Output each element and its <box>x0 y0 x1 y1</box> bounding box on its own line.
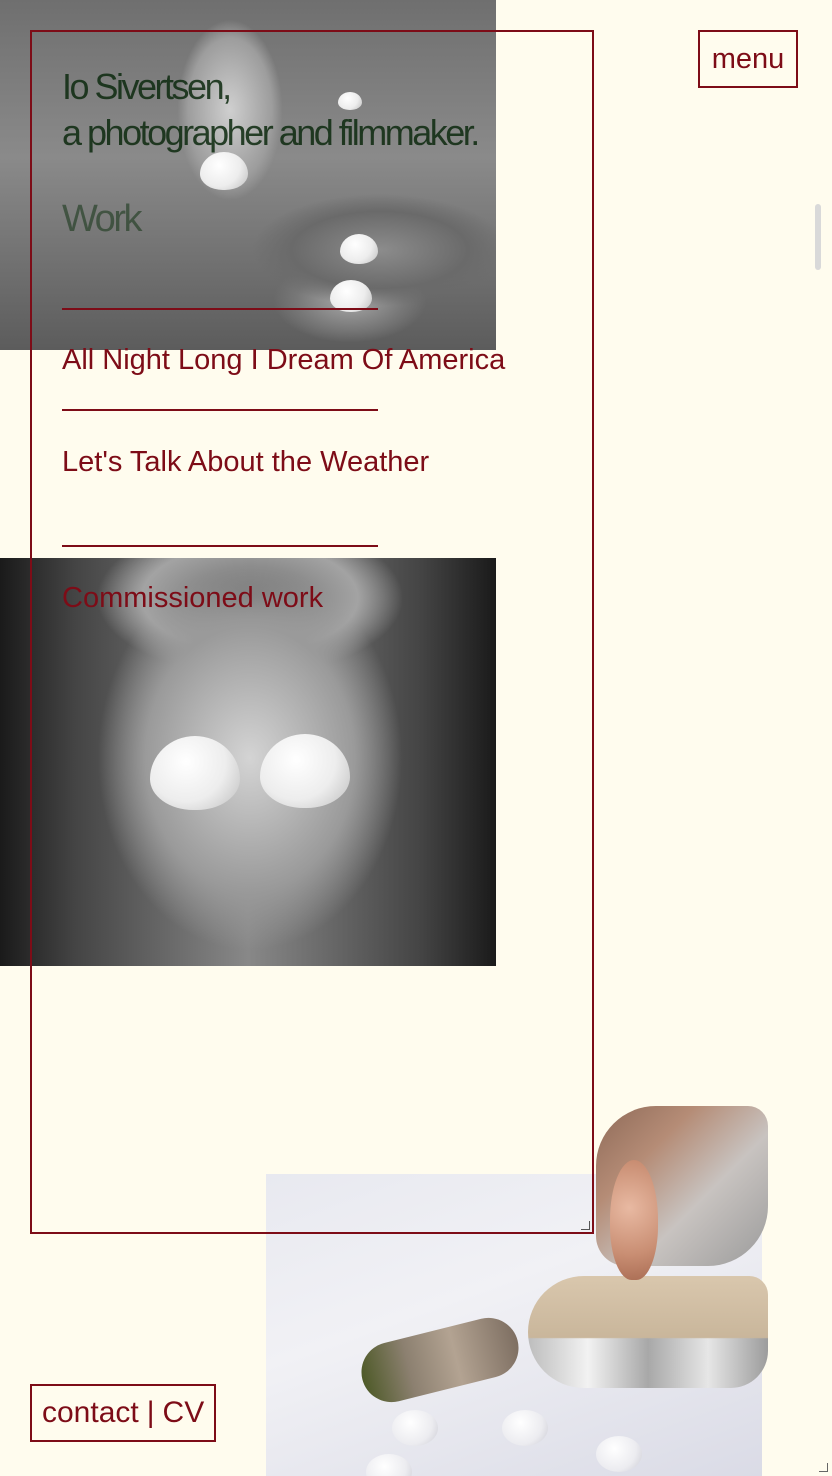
scrollbar-thumb[interactable] <box>815 204 821 270</box>
intro-name: Io Sivertsen, <box>62 66 232 107</box>
divider <box>62 409 378 411</box>
contact-link[interactable]: contact <box>42 1396 139 1430</box>
work-heading: Work <box>62 198 142 240</box>
project-link-commissioned[interactable]: Commissioned work <box>62 582 323 615</box>
project-link-all-night-long[interactable]: All Night Long I Dream Of America <box>62 344 505 377</box>
nav-separator: | <box>146 1396 155 1429</box>
menu-button[interactable]: menu <box>698 30 798 88</box>
divider <box>62 308 378 310</box>
collage-fragment-foil <box>528 1276 768 1388</box>
cv-link[interactable]: CV <box>163 1396 205 1430</box>
resize-handle-icon[interactable] <box>581 1221 590 1230</box>
contact-cv-box: contact | CV <box>30 1384 217 1442</box>
portfolio-page: Io Sivertsen, a photographer and filmmak… <box>0 0 832 1476</box>
project-link-weather[interactable]: Let's Talk About the Weather <box>62 446 429 479</box>
site-intro: Io Sivertsen, a photographer and filmmak… <box>62 64 480 156</box>
collage-fragment-shell <box>610 1160 658 1280</box>
intro-description: a photographer and filmmaker. <box>62 112 480 153</box>
egg-shape <box>392 1410 438 1446</box>
divider <box>62 545 378 547</box>
egg-shape <box>596 1436 642 1472</box>
egg-shape <box>366 1454 412 1476</box>
egg-shape <box>502 1410 548 1446</box>
window-resize-icon[interactable] <box>819 1463 828 1472</box>
